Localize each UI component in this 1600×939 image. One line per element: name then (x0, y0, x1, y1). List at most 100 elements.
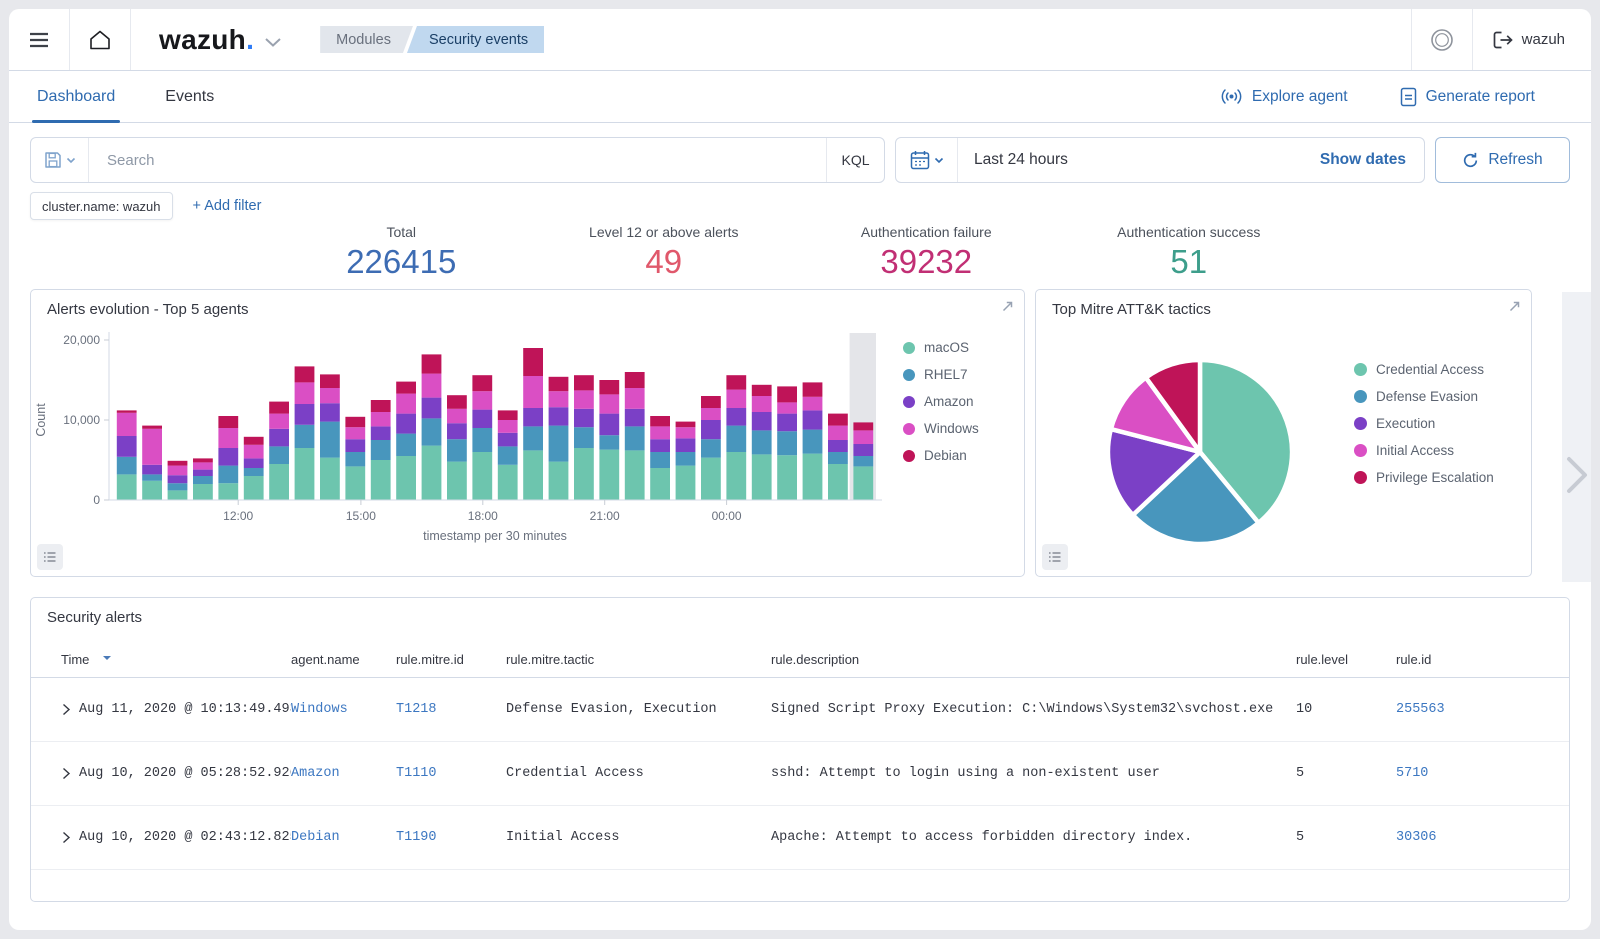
list-icon (43, 551, 57, 563)
cell-time-text: Aug 10, 2020 @ 05:28:52.926 (79, 766, 291, 781)
legend-dot-icon (903, 423, 915, 435)
stat-label: Authentication success (1058, 224, 1321, 240)
add-filter-button[interactable]: + Add filter (193, 198, 262, 214)
legend-item-amazon[interactable]: Amazon (903, 388, 979, 415)
column-header-rule-level[interactable]: rule.level (1296, 652, 1396, 667)
generate-report-button[interactable]: Generate report (1400, 87, 1535, 107)
table-row: Aug 10, 2020 @ 05:28:52.926AmazonT1110Cr… (31, 742, 1569, 806)
save-icon (44, 151, 62, 169)
row-expand-chevron-icon[interactable] (61, 831, 71, 844)
expand-icon (1507, 299, 1522, 314)
tab-events[interactable]: Events (163, 71, 216, 122)
cell-time: Aug 10, 2020 @ 05:28:52.926 (31, 766, 291, 781)
carousel-rail (1562, 292, 1591, 582)
report-icon (1400, 87, 1417, 107)
column-header-rule-mitre-id[interactable]: rule.mitre.id (396, 652, 506, 667)
home-button[interactable] (70, 9, 130, 70)
svg-text:21:00: 21:00 (590, 509, 620, 523)
show-dates-button[interactable]: Show dates (1320, 151, 1424, 169)
stats-row: Total226415Level 12 or above alerts49Aut… (270, 224, 1320, 281)
column-header-time[interactable]: Time (31, 652, 291, 667)
time-range-label[interactable]: Last 24 hours (958, 151, 1320, 169)
carousel-next-button[interactable] (1564, 454, 1590, 582)
stat-2: Authentication failure39232 (795, 224, 1058, 281)
svg-text:15:00: 15:00 (346, 509, 376, 523)
legend-item-windows[interactable]: Windows (903, 415, 979, 442)
logout-icon (1493, 31, 1513, 49)
logout-button[interactable]: wazuh (1473, 31, 1591, 49)
cell-time: Aug 10, 2020 @ 02:43:12.825 (31, 830, 291, 845)
stat-0: Total 226415 (270, 224, 533, 281)
row-expand-chevron-icon[interactable] (61, 703, 71, 716)
filter-pill-cluster-name[interactable]: cluster.name: wazuh (30, 192, 173, 220)
cell-agent[interactable]: Amazon (291, 766, 396, 781)
legend-item-privilege-escalation[interactable]: Privilege Escalation (1354, 464, 1494, 491)
home-icon (87, 28, 113, 52)
refresh-icon (1462, 152, 1479, 169)
wazuh-logo: wazuh. (159, 24, 254, 56)
calendar-button[interactable] (896, 138, 958, 182)
legend-dot-icon (903, 369, 915, 381)
legend-item-macos[interactable]: macOS (903, 334, 979, 361)
health-check-button[interactable] (1412, 9, 1472, 70)
cell-agent[interactable]: Debian (291, 830, 396, 845)
stat-value[interactable]: 226415 (270, 243, 533, 281)
panel-title: Security alerts (47, 609, 142, 626)
legend-toggle-button[interactable] (1042, 544, 1068, 570)
hamburger-menu-button[interactable] (9, 9, 69, 70)
explore-agent-button[interactable]: Explore agent (1220, 88, 1348, 106)
breadcrumb-modules[interactable]: Modules (320, 26, 413, 53)
legend-toggle-button[interactable] (37, 544, 63, 570)
main-content: KQL Last 24 hours Show dates Refresh clu… (9, 137, 1591, 902)
tab-dashboard[interactable]: Dashboard (35, 71, 117, 122)
column-header-rule-description[interactable]: rule.description (771, 652, 1296, 667)
cell-mitre_id[interactable]: T1110 (396, 766, 506, 781)
legend-item-defense-evasion[interactable]: Defense Evasion (1354, 383, 1494, 410)
column-header-rule-id[interactable]: rule.id (1396, 652, 1569, 667)
column-header-rule-mitre-tactic[interactable]: rule.mitre.tactic (506, 652, 771, 667)
calendar-icon (910, 150, 930, 170)
stat-1: Level 12 or above alerts49 (533, 224, 796, 281)
expand-panel-button[interactable] (1507, 299, 1522, 319)
legend-dot-icon (903, 342, 915, 354)
legend-dot-icon (1354, 417, 1367, 430)
cell-rule_id[interactable]: 30306 (1396, 830, 1569, 845)
legend-item-rhel7[interactable]: RHEL7 (903, 361, 979, 388)
svg-text:00:00: 00:00 (712, 509, 742, 523)
top-header: wazuh. Modules Security events wazuh (9, 9, 1591, 71)
panels-row: Alerts evolution - Top 5 agents 010,0002… (30, 289, 1570, 577)
expand-panel-button[interactable] (1000, 299, 1015, 319)
search-input[interactable] (89, 138, 826, 182)
breadcrumb-security-events[interactable]: Security events (407, 26, 544, 53)
cell-description: Apache: Attempt to access forbidden dire… (771, 830, 1296, 845)
cell-rule_id[interactable]: 255563 (1396, 702, 1569, 717)
cell-rule_id[interactable]: 5710 (1396, 766, 1569, 781)
legend-item-credential-access[interactable]: Credential Access (1354, 356, 1494, 383)
stat-label: Total (270, 224, 533, 240)
stat-value[interactable]: 49 (533, 243, 796, 281)
row-expand-chevron-icon[interactable] (61, 767, 71, 780)
legend-item-initial-access[interactable]: Initial Access (1354, 437, 1494, 464)
svg-text:12:00: 12:00 (223, 509, 253, 523)
legend-label: Defense Evasion (1376, 389, 1478, 404)
refresh-button[interactable]: Refresh (1435, 137, 1570, 183)
legend-label: RHEL7 (924, 367, 968, 382)
column-header-agent-name[interactable]: agent.name (291, 652, 396, 667)
legend-item-execution[interactable]: Execution (1354, 410, 1494, 437)
save-query-button[interactable] (31, 138, 89, 182)
expand-icon (1000, 299, 1015, 314)
legend-item-debian[interactable]: Debian (903, 442, 979, 469)
chevron-down-icon[interactable] (264, 37, 282, 48)
cell-mitre_id[interactable]: T1218 (396, 702, 506, 717)
kql-button[interactable]: KQL (826, 138, 884, 182)
stat-value[interactable]: 51 (1058, 243, 1321, 281)
tab-bar: Dashboard Events Explore agent Generate … (9, 71, 1591, 123)
cell-mitre_id[interactable]: T1190 (396, 830, 506, 845)
panel-alerts-evolution: Alerts evolution - Top 5 agents 010,0002… (30, 289, 1025, 577)
stat-value[interactable]: 39232 (795, 243, 1058, 281)
menu-icon (29, 32, 49, 48)
ring-icon (1429, 27, 1455, 53)
cell-agent[interactable]: Windows (291, 702, 396, 717)
query-bar: KQL (30, 137, 885, 183)
legend-label: macOS (924, 340, 969, 355)
